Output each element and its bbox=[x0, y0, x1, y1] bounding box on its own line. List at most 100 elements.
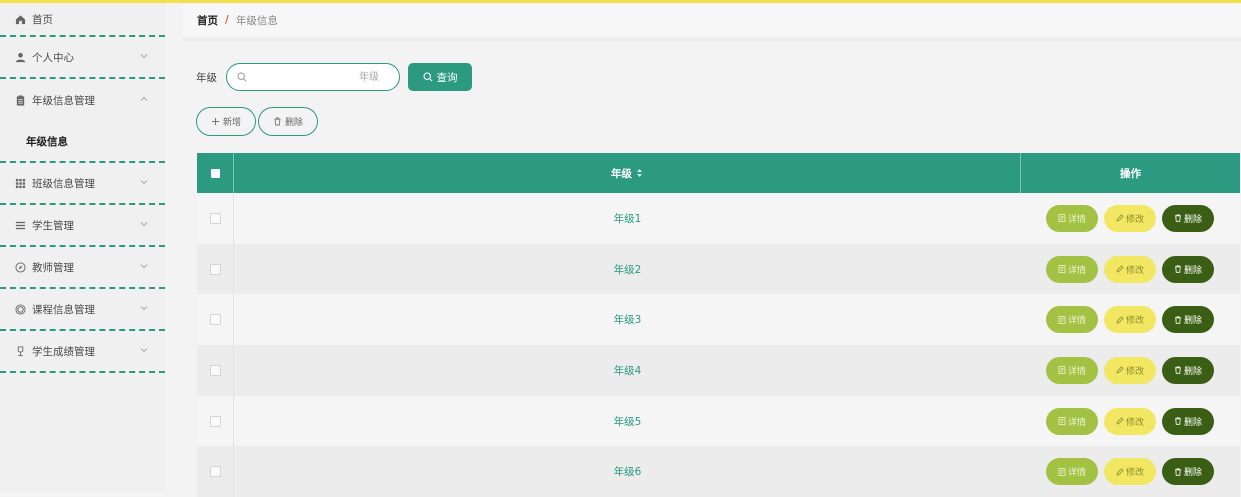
delete-button-label: 删除 bbox=[1183, 366, 1202, 377]
document-icon bbox=[1058, 315, 1066, 324]
detail-button-label: 详情 bbox=[1067, 366, 1086, 377]
row-checkbox[interactable] bbox=[209, 364, 221, 376]
query-button[interactable]: 查询 bbox=[408, 63, 472, 91]
select-all-checkbox[interactable] bbox=[210, 168, 220, 178]
column-header-grade[interactable]: 年级 bbox=[234, 153, 1021, 193]
sidebar-item-score-management[interactable]: 学生成绩管理 bbox=[0, 331, 165, 373]
chevron-down-icon bbox=[139, 261, 149, 271]
edit-button[interactable]: 修改 bbox=[1104, 458, 1156, 486]
table-row: 年级2 详情 修改 删除 bbox=[197, 243, 1240, 295]
plus-icon bbox=[211, 117, 220, 126]
compass-icon bbox=[14, 261, 26, 273]
document-icon bbox=[1058, 417, 1066, 425]
delete-button[interactable]: 删除 bbox=[1162, 306, 1214, 334]
row-checkbox[interactable] bbox=[209, 314, 221, 326]
delete-button[interactable]: 删除 bbox=[1162, 458, 1214, 486]
detail-button-label: 详情 bbox=[1067, 468, 1086, 479]
sidebar-item-label: 学生成绩管理 bbox=[32, 345, 95, 358]
edit-button[interactable]: 修改 bbox=[1104, 204, 1156, 232]
breadcrumb-current: 年级信息 bbox=[235, 14, 278, 27]
delete-button[interactable]: 删除 bbox=[1162, 407, 1214, 435]
search-input[interactable] bbox=[247, 70, 389, 84]
edit-button[interactable]: 修改 bbox=[1104, 356, 1156, 384]
document-icon bbox=[1058, 366, 1066, 375]
document-icon bbox=[1058, 467, 1066, 476]
table-row: 年级6 详情 修改 删除 bbox=[197, 446, 1240, 497]
add-button-label: 新增 bbox=[222, 118, 241, 128]
trash-icon bbox=[1174, 366, 1182, 375]
row-select-cell bbox=[197, 446, 234, 497]
trophy-icon bbox=[14, 345, 26, 357]
query-button-label: 查询 bbox=[436, 71, 458, 84]
breadcrumb: 首页 / 年级信息 bbox=[183, 3, 1241, 41]
search-label: 年级 bbox=[196, 71, 217, 84]
actions-cell: 详情 修改 删除 bbox=[1021, 345, 1240, 396]
grade-cell: 年级1 bbox=[613, 212, 642, 225]
delete-button-label: 删除 bbox=[1183, 265, 1202, 276]
detail-button[interactable]: 详情 bbox=[1046, 407, 1098, 435]
detail-button[interactable]: 详情 bbox=[1046, 255, 1098, 283]
row-checkbox[interactable] bbox=[209, 263, 221, 275]
sidebar-item-label: 首页 bbox=[32, 13, 53, 26]
delete-button-label: 删除 bbox=[1183, 417, 1202, 428]
detail-button[interactable]: 详情 bbox=[1046, 204, 1098, 232]
edit-button-label: 修改 bbox=[1125, 265, 1144, 276]
delete-button[interactable]: 删除 bbox=[1162, 255, 1214, 283]
sidebar-subitem-grade-info[interactable]: 年级信息 bbox=[0, 121, 165, 163]
delete-button-label: 删除 bbox=[1183, 214, 1202, 225]
globe-icon bbox=[14, 303, 26, 315]
grade-cell: 年级3 bbox=[613, 314, 642, 327]
edit-button-label: 修改 bbox=[1125, 366, 1144, 377]
menu-icon bbox=[14, 219, 26, 231]
sidebar-item-student-management[interactable]: 学生管理 bbox=[0, 205, 165, 247]
detail-button[interactable]: 详情 bbox=[1046, 458, 1098, 486]
grade-cell: 年级5 bbox=[613, 415, 642, 428]
edit-button-label: 修改 bbox=[1125, 468, 1144, 479]
sidebar-item-home[interactable]: 首页 bbox=[0, 3, 165, 37]
bulk-delete-button[interactable]: 删除 bbox=[258, 107, 318, 136]
detail-button-label: 详情 bbox=[1067, 316, 1086, 327]
sidebar-item-class-management[interactable]: 班级信息管理 bbox=[0, 163, 165, 205]
sort-icon bbox=[636, 168, 643, 178]
detail-button[interactable]: 详情 bbox=[1046, 356, 1098, 384]
sidebar-item-label: 班级信息管理 bbox=[32, 177, 95, 190]
sidebar-item-course-management[interactable]: 课程信息管理 bbox=[0, 289, 165, 331]
delete-button[interactable]: 删除 bbox=[1162, 356, 1214, 384]
edit-button[interactable]: 修改 bbox=[1104, 306, 1156, 334]
search-form: 年级 查询 bbox=[196, 62, 472, 92]
column-header-actions: 操作 bbox=[1120, 167, 1141, 180]
actions-cell: 详情 修改 删除 bbox=[1021, 396, 1240, 447]
search-icon bbox=[237, 72, 247, 82]
search-field[interactable] bbox=[226, 63, 400, 91]
detail-button-label: 详情 bbox=[1067, 417, 1086, 428]
table-row: 年级5 详情 修改 删除 bbox=[197, 395, 1240, 447]
edit-button[interactable]: 修改 bbox=[1104, 407, 1156, 435]
table-row: 年级1 详情 修改 删除 bbox=[197, 193, 1240, 244]
table-row: 年级4 详情 修改 删除 bbox=[197, 345, 1240, 396]
delete-button[interactable]: 删除 bbox=[1162, 204, 1214, 232]
user-icon bbox=[14, 51, 26, 63]
sidebar-item-profile[interactable]: 个人中心 bbox=[0, 37, 165, 79]
edit-button[interactable]: 修改 bbox=[1104, 255, 1156, 283]
actions-cell: 详情 修改 删除 bbox=[1021, 446, 1240, 497]
edit-button-label: 修改 bbox=[1125, 417, 1144, 428]
chevron-down-icon bbox=[139, 303, 149, 313]
add-button[interactable]: 新增 bbox=[196, 107, 256, 136]
row-select-cell bbox=[197, 243, 234, 295]
sidebar-item-label: 课程信息管理 bbox=[32, 303, 95, 316]
row-checkbox[interactable] bbox=[209, 415, 221, 427]
breadcrumb-home[interactable]: 首页 bbox=[197, 13, 218, 28]
row-checkbox[interactable] bbox=[209, 212, 221, 224]
grade-cell: 年级4 bbox=[613, 364, 642, 377]
pencil-icon bbox=[1116, 417, 1124, 425]
grid-icon bbox=[14, 177, 26, 189]
bulk-delete-button-label: 删除 bbox=[284, 118, 303, 128]
row-checkbox[interactable] bbox=[209, 466, 221, 478]
sidebar-item-grade-management[interactable]: 年级信息管理 bbox=[0, 79, 165, 121]
actions-cell: 详情 修改 删除 bbox=[1021, 193, 1240, 244]
detail-button[interactable]: 详情 bbox=[1046, 306, 1098, 334]
pencil-icon bbox=[1116, 265, 1124, 273]
trash-icon bbox=[1174, 417, 1182, 425]
document-icon bbox=[1058, 214, 1066, 223]
sidebar-item-teacher-management[interactable]: 教师管理 bbox=[0, 247, 165, 289]
